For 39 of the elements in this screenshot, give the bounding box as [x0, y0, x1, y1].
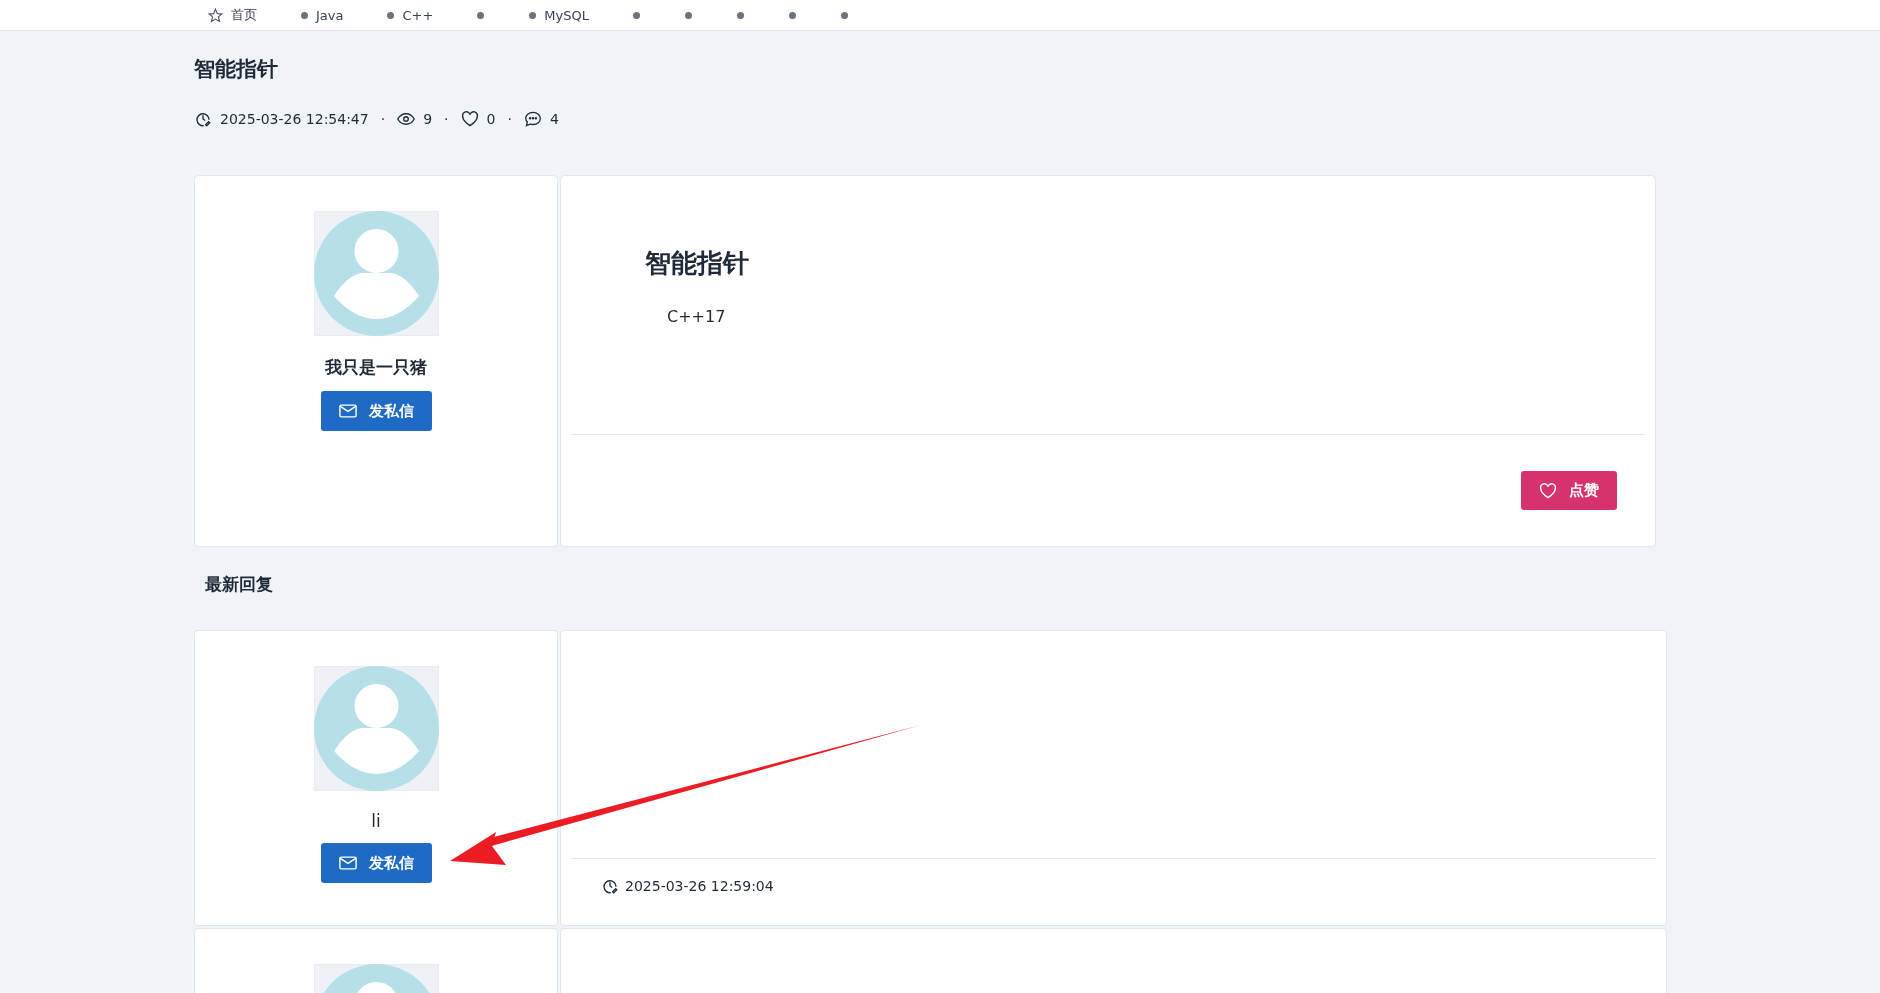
separator: · — [380, 111, 386, 128]
section-title: 最新回复 — [205, 573, 274, 597]
dot-icon — [477, 11, 485, 19]
mail-icon — [338, 856, 357, 871]
clock-icon — [194, 110, 212, 129]
dot-icon — [529, 11, 537, 19]
nav-item[interactable]: Java — [301, 7, 344, 23]
message-button[interactable]: 发私信 — [320, 391, 432, 432]
dot-icon — [633, 11, 640, 19]
dot-icon — [387, 11, 395, 19]
message-button[interactable]: 发私信 — [320, 843, 432, 884]
post-date: 2025-03-26 12:54:47 — [220, 111, 369, 128]
dot-icon — [685, 11, 692, 19]
star-icon — [208, 7, 223, 23]
dot-icon — [737, 11, 744, 19]
heart-icon — [1539, 482, 1557, 499]
dot-icon — [301, 11, 308, 19]
clock-icon — [601, 877, 619, 896]
dot-icon — [789, 11, 796, 19]
dot-icon — [841, 11, 848, 19]
post-content: C++17 — [667, 307, 727, 327]
nav-item[interactable]: 首页 — [208, 6, 257, 24]
nav-item[interactable]: MySQL — [529, 7, 589, 23]
post-title: 智能指针 — [194, 56, 279, 83]
reply-date: 2025-03-26 12:59:04 — [625, 878, 774, 895]
view-count: 9 — [423, 111, 433, 128]
heart-icon — [460, 111, 479, 128]
body-title: 智能指针 — [645, 247, 750, 281]
author-name: li — [371, 811, 381, 832]
mail-icon — [338, 404, 357, 419]
comment-icon — [523, 111, 542, 128]
like-button[interactable]: 点赞 — [1521, 471, 1617, 511]
eye-icon — [397, 112, 416, 127]
separator: · — [444, 111, 449, 128]
nav-item[interactable]: C++ — [387, 7, 434, 23]
separator: · — [507, 111, 512, 128]
author-name: 我只是一只猪 — [325, 356, 427, 380]
like-count: 0 — [486, 111, 496, 128]
comment-count: 4 — [549, 111, 559, 128]
